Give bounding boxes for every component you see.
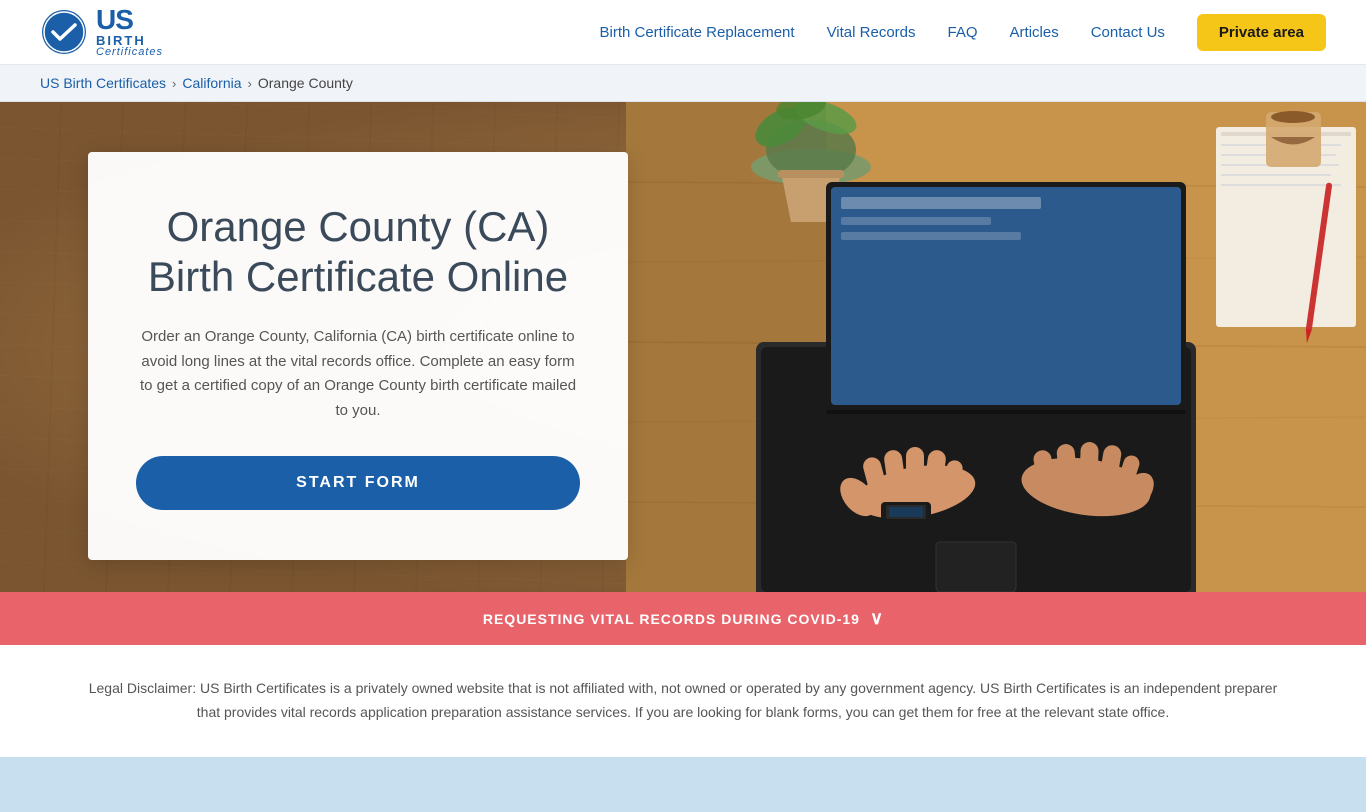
covid-banner-text: REQUESTING VITAL RECORDS DURING COVID-19 <box>483 611 860 627</box>
logo-icon <box>40 8 88 56</box>
logo-text: US BIRTH Certificates <box>96 6 163 58</box>
breadcrumb-home[interactable]: US Birth Certificates <box>40 75 166 91</box>
breadcrumb-sep-2: › <box>248 76 252 91</box>
private-area-button[interactable]: Private area <box>1197 14 1326 51</box>
hero-visual <box>626 102 1366 592</box>
start-form-button[interactable]: START FORM <box>136 456 580 510</box>
nav-contact[interactable]: Contact Us <box>1091 24 1165 41</box>
covid-banner[interactable]: REQUESTING VITAL RECORDS DURING COVID-19… <box>0 592 1366 645</box>
nav-faq[interactable]: FAQ <box>948 24 978 41</box>
hero-title: Orange County (CA) Birth Certificate Onl… <box>136 202 580 303</box>
nav-articles[interactable]: Articles <box>1010 24 1059 41</box>
breadcrumb-sep-1: › <box>172 76 176 91</box>
logo-certs: Certificates <box>96 47 163 58</box>
logo[interactable]: US BIRTH Certificates <box>40 6 163 58</box>
hero-section: Orange County (CA) Birth Certificate Onl… <box>0 102 1366 592</box>
logo-us: US <box>96 6 163 34</box>
disclaimer-section: Legal Disclaimer: US Birth Certificates … <box>0 645 1366 757</box>
nav-vital-records[interactable]: Vital Records <box>827 24 916 41</box>
site-header: US BIRTH Certificates Birth Certificate … <box>0 0 1366 65</box>
breadcrumb-county: Orange County <box>258 75 353 91</box>
disclaimer-text: Legal Disclaimer: US Birth Certificates … <box>80 677 1286 725</box>
breadcrumb: US Birth Certificates › California › Ora… <box>0 65 1366 102</box>
breadcrumb-state[interactable]: California <box>182 75 241 91</box>
nav-birth-cert[interactable]: Birth Certificate Replacement <box>599 24 794 41</box>
footer-bar <box>0 757 1366 812</box>
hero-card: Orange County (CA) Birth Certificate Onl… <box>88 152 628 560</box>
hero-description: Order an Orange County, California (CA) … <box>136 325 580 424</box>
main-nav: Birth Certificate Replacement Vital Reco… <box>599 14 1326 51</box>
chevron-down-icon: ∨ <box>870 608 883 629</box>
